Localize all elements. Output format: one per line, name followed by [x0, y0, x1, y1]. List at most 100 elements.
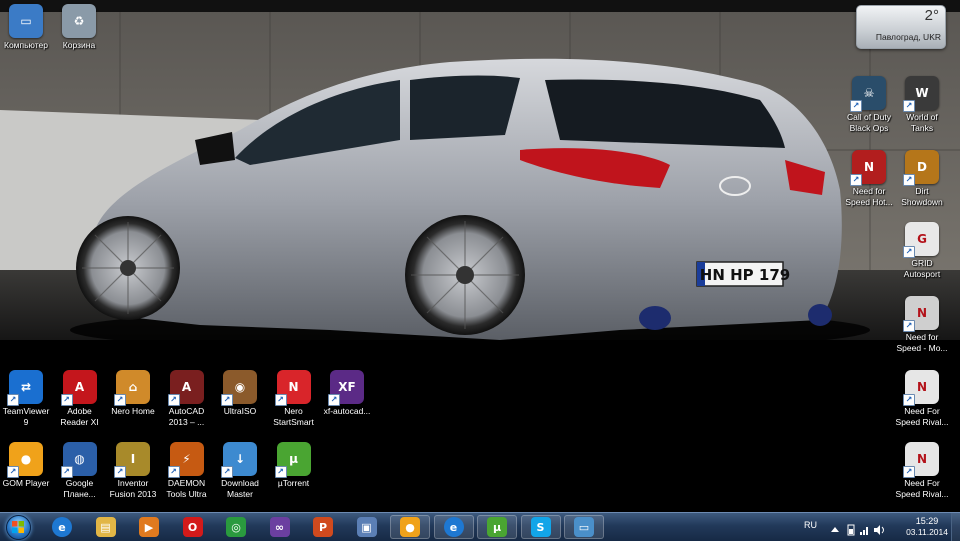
desktop-icon-label: µTorrent — [277, 478, 310, 488]
desktop-icon-label: Dirt Showdown — [901, 186, 943, 207]
shortcut-arrow-icon: ↗ — [274, 466, 287, 478]
world-of-tanks-icon: W ↗ — [903, 76, 939, 112]
taskbar-button-powerpoint[interactable]: P — [303, 515, 343, 539]
gom-player-icon: ● — [400, 517, 420, 537]
desktop-icon-nfs-rivals-1[interactable]: N ↗ Need For Speed Rival... — [890, 370, 954, 427]
start-button[interactable] — [3, 514, 33, 540]
skype-icon: S — [530, 517, 551, 537]
shortcut-arrow-icon: ↗ — [167, 394, 180, 406]
taskbar-button-visual-studio[interactable]: ∞ — [260, 515, 300, 539]
recycle-bin-icon: ♻ — [62, 4, 96, 38]
desktop-icon-nfs-most-wanted[interactable]: N ↗ Need for Speed - Mo... — [890, 296, 954, 353]
dirt-showdown-icon: D ↗ — [903, 150, 939, 186]
shortcut-arrow-icon: ↗ — [903, 100, 915, 112]
inventor-fusion-icon: I ↗ — [114, 442, 150, 478]
folder-icon: ▤ — [95, 517, 116, 537]
desktop-icon-grid-autosport[interactable]: G ↗ GRID Autosport — [890, 222, 954, 279]
shortcut-arrow-icon: ↗ — [903, 320, 915, 332]
photo-viewer-icon: ▭ — [574, 517, 594, 537]
shortcut-arrow-icon: ↗ — [850, 100, 862, 112]
system-tray: RU 15:29 03.11.2014 — [800, 513, 960, 541]
shortcut-arrow-icon: ↗ — [903, 466, 915, 478]
network-icon[interactable] — [860, 521, 870, 535]
computer-icon: ▭ — [9, 4, 43, 38]
shortcut-arrow-icon: ↗ — [114, 466, 126, 478]
nfs-hot-pursuit-icon: N ↗ — [850, 150, 886, 186]
shortcut-arrow-icon: ↗ — [328, 394, 340, 406]
taskbar-button-app-generic[interactable]: ▣ — [347, 515, 387, 539]
taskbar-button-ie[interactable]: e — [42, 515, 82, 539]
shortcut-arrow-icon: ↗ — [903, 174, 915, 186]
nero-home-icon: ⌂ ↗ — [114, 370, 150, 406]
shortcut-arrow-icon: ↗ — [274, 394, 287, 406]
nfs-rivals-icon: N ↗ — [903, 442, 939, 478]
desktop-icon-dirt-showdown[interactable]: D ↗ Dirt Showdown — [890, 150, 954, 207]
teamviewer-icon: ⇄ ↗ — [7, 370, 43, 406]
shortcut-arrow-icon: ↗ — [7, 466, 19, 478]
desktop-icon-world-of-tanks[interactable]: W ↗ World of Tanks — [890, 76, 954, 133]
utorrent-icon: µ — [487, 517, 507, 537]
taskbar-button-explorer[interactable]: ▤ — [86, 515, 126, 539]
shortcut-arrow-icon: ↗ — [903, 246, 915, 258]
battery-icon[interactable] — [846, 521, 856, 536]
weather-temperature: 2° — [924, 7, 939, 24]
license-plate-text: HN HP 179 — [700, 266, 790, 284]
desktop-icon-label: xf-autocad... — [323, 406, 371, 416]
weather-city: Павлоград, UKR — [875, 32, 941, 42]
taskbar-button-opera[interactable]: O — [173, 515, 213, 539]
shortcut-arrow-icon: ↗ — [221, 466, 233, 478]
shortcut-arrow-icon: ↗ — [167, 466, 180, 478]
desktop-icon-xf-autocad[interactable]: XF ↗ xf-autocad... — [315, 370, 379, 417]
chrome-icon: ◎ — [226, 517, 246, 537]
shortcut-arrow-icon: ↗ — [7, 394, 19, 406]
nfs-rivals-icon: N ↗ — [903, 370, 939, 406]
language-indicator[interactable]: RU — [804, 520, 817, 530]
taskbar-button-chrome[interactable]: ◎ — [216, 515, 256, 539]
taskbar-button-skype[interactable]: S — [520, 515, 561, 539]
desktop-icon-nfs-rivals-2[interactable]: N ↗ Need For Speed Rival... — [890, 442, 954, 499]
shortcut-arrow-icon: ↗ — [114, 394, 126, 406]
show-hidden-icons-icon[interactable] — [830, 521, 840, 533]
weather-gadget[interactable]: 2° Павлоград, UKR — [856, 5, 946, 49]
internet-explorer-icon: e — [443, 517, 464, 537]
xf-autocad-icon: XF ↗ — [328, 370, 364, 406]
visual-studio-icon: ∞ — [269, 517, 290, 537]
shortcut-arrow-icon: ↗ — [60, 466, 73, 478]
windows-logo-icon — [5, 514, 31, 540]
desktop-icon-label: World of Tanks — [906, 112, 938, 133]
opera-icon: O — [182, 517, 203, 537]
gom-player-icon: ● ↗ — [7, 442, 43, 478]
desktop-icon-label: Need for Speed - Mo... — [896, 332, 948, 353]
shortcut-arrow-icon: ↗ — [60, 394, 73, 406]
show-desktop-button[interactable] — [951, 513, 960, 541]
shortcut-arrow-icon: ↗ — [903, 394, 915, 406]
clock[interactable]: 15:29 03.11.2014 — [906, 516, 948, 538]
adobe-reader-icon: A ↗ — [60, 370, 97, 406]
desktop-icon-label: GRID Autosport — [903, 258, 941, 279]
internet-explorer-icon: e — [52, 517, 72, 537]
daemon-tools-icon: ⚡ ↗ — [167, 442, 204, 478]
desktop-icon-recycle-bin[interactable]: ♻ Корзина — [47, 4, 111, 51]
utorrent-icon: µ ↗ — [274, 442, 311, 478]
desktop-icon-label: Корзина — [62, 40, 96, 50]
shortcut-arrow-icon: ↗ — [850, 174, 862, 186]
clock-date: 03.11.2014 — [906, 527, 948, 537]
taskbar-button-gom-player-tb[interactable]: ● — [390, 515, 430, 539]
shortcut-arrow-icon: ↗ — [221, 394, 233, 406]
taskbar-button-photo-viewer[interactable]: ▭ — [564, 515, 604, 539]
call-of-duty-icon: ☠ ↗ — [850, 76, 886, 112]
autocad-icon: A ↗ — [167, 370, 204, 406]
taskbar-button-utorrent-tb[interactable]: µ — [477, 515, 517, 539]
volume-icon[interactable] — [874, 521, 884, 535]
clock-time: 15:29 — [915, 516, 939, 526]
desktop-icon-label: Need For Speed Rival... — [895, 406, 949, 427]
google-earth-icon: ◍ ↗ — [60, 442, 97, 478]
desktop-icon-utorrent[interactable]: µ ↗ µTorrent — [262, 442, 326, 489]
desktop-icon-label: Need For Speed Rival... — [895, 478, 949, 499]
taskbar-button-media-player[interactable]: ▶ — [129, 515, 169, 539]
desktop-wallpaper: HN HP 179 — [0, 0, 960, 512]
nfs-most-wanted-icon: N ↗ — [903, 296, 939, 332]
taskbar: e ▤ ▶ O ◎ ∞ P ▣ ● e µ S ▭ RU 15:29 03.11.2014 — [0, 512, 960, 541]
media-player-icon: ▶ — [139, 517, 159, 537]
taskbar-button-ie-2[interactable]: e — [433, 515, 474, 539]
